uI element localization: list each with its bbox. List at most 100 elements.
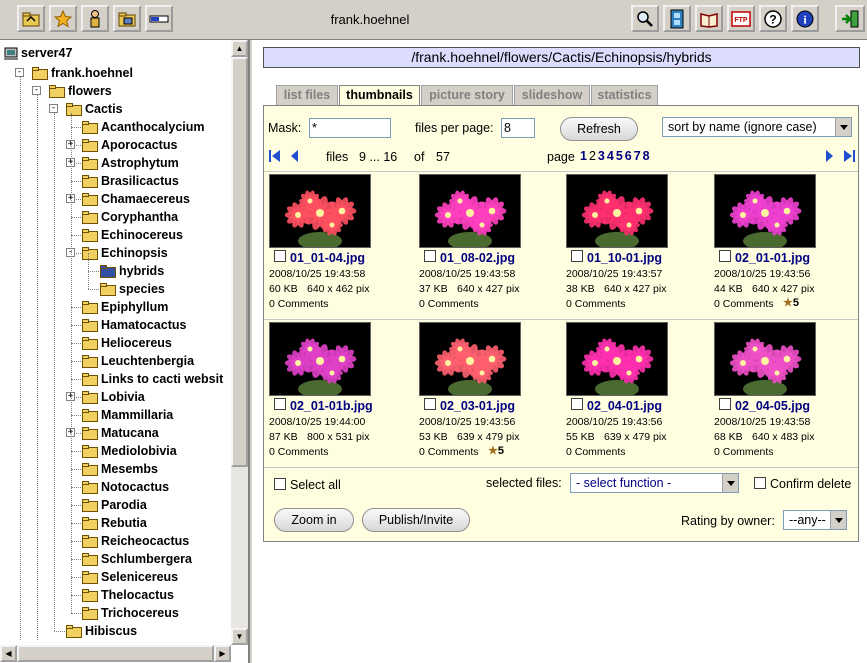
tree-item-trichocereus[interactable]: Trichocereus <box>82 604 179 622</box>
page-link-8[interactable]: 8 <box>643 149 650 163</box>
thumbnail-checkbox[interactable] <box>274 398 286 410</box>
thumbnail-image[interactable] <box>714 322 816 396</box>
thumbnail-comments[interactable]: 0 Comments <box>714 298 774 310</box>
thumbnail-comments[interactable]: 0 Comments <box>419 298 479 310</box>
tree-item-aporocactus[interactable]: Aporocactus <box>82 136 177 154</box>
tree-item-thelocactus[interactable]: Thelocactus <box>82 586 174 604</box>
tree-item-heliocereus[interactable]: Heliocereus <box>82 334 172 352</box>
thumbnail-checkbox[interactable] <box>424 250 436 262</box>
folder-image-button[interactable] <box>113 5 141 32</box>
tree-item-brasilicactus[interactable]: Brasilicactus <box>82 172 179 190</box>
page-link-3[interactable]: 3 <box>598 149 605 163</box>
zoom-in-button[interactable]: Zoom in <box>274 508 354 532</box>
thumbnail-comments[interactable]: 0 Comments <box>269 446 329 458</box>
tree-item-cactis[interactable]: Cactis <box>66 100 123 118</box>
tree-item-server[interactable]: server47 <box>4 44 72 62</box>
hscroll-thumb[interactable] <box>17 645 214 662</box>
tab-list-files[interactable]: list files <box>276 85 338 105</box>
thumbnail-image[interactable] <box>419 322 521 396</box>
thumbnail-comments[interactable]: 0 Comments <box>269 298 329 310</box>
scroll-left-button[interactable]: ◀ <box>0 645 17 662</box>
favorites-button[interactable] <box>49 5 77 32</box>
thumbnail-filename[interactable]: 02_03-01.jpg <box>440 399 515 413</box>
tree-item-parodia[interactable]: Parodia <box>82 496 147 514</box>
tree-item-hybrids[interactable]: hybrids <box>100 262 165 280</box>
thumbnail-filename[interactable]: 02_04-05.jpg <box>735 399 810 413</box>
tree-item-astrophytum[interactable]: Astrophytum <box>82 154 179 172</box>
thumbnail-comments[interactable]: 0 Comments <box>566 298 626 310</box>
tree-item-coryphantha[interactable]: Coryphantha <box>82 208 178 226</box>
last-page-icon[interactable] <box>842 149 856 163</box>
thumbnail-checkbox[interactable] <box>719 398 731 410</box>
collapse-icon[interactable]: - <box>32 86 41 95</box>
thumbnail-checkbox[interactable] <box>424 398 436 410</box>
thumbnail-filename[interactable]: 02_01-01.jpg <box>735 251 810 265</box>
confirm-delete-checkbox[interactable] <box>754 477 766 489</box>
slideshow-button[interactable] <box>663 5 691 32</box>
tree-item-chamaecereus[interactable]: Chamaecereus <box>82 190 190 208</box>
tree-item-echinopsis[interactable]: Echinopsis <box>82 244 168 262</box>
help-button[interactable]: ? <box>759 5 787 32</box>
thumbnail-image[interactable] <box>269 174 371 248</box>
thumbnail-image[interactable] <box>714 174 816 248</box>
info-button[interactable]: i <box>791 5 819 32</box>
publish-invite-button[interactable]: Publish/Invite <box>362 508 470 532</box>
scroll-down-button[interactable]: ▼ <box>231 628 248 645</box>
tree-item-leuchtenbergia[interactable]: Leuchtenbergia <box>82 352 194 370</box>
thumbnail-image[interactable] <box>566 174 668 248</box>
user-button[interactable] <box>81 5 109 32</box>
thumbnail-filename[interactable]: 01_10-01.jpg <box>587 251 662 265</box>
ftp-button[interactable]: FTP <box>727 5 755 32</box>
page-link-6[interactable]: 6 <box>625 149 632 163</box>
page-link-5[interactable]: 5 <box>616 149 623 163</box>
refresh-button[interactable]: Refresh <box>560 117 638 141</box>
progress-button[interactable] <box>145 5 173 32</box>
thumbnail-checkbox[interactable] <box>274 250 286 262</box>
tree-item-species[interactable]: species <box>100 280 165 298</box>
tree-item-hibiscus[interactable]: Hibiscus <box>66 622 137 640</box>
collapse-icon[interactable]: - <box>49 104 58 113</box>
tab-thumbnails[interactable]: thumbnails <box>339 85 420 106</box>
book-button[interactable] <box>695 5 723 32</box>
tree-item-mediolobivia[interactable]: Mediolobivia <box>82 442 177 460</box>
page-link-2[interactable]: 2 <box>589 149 596 163</box>
tree-item-acanthocalycium[interactable]: Acanthocalycium <box>82 118 205 136</box>
tree-item-links-to-cacti-websit[interactable]: Links to cacti websit <box>82 370 223 388</box>
tab-statistics[interactable]: statistics <box>591 85 658 105</box>
next-page-icon[interactable] <box>822 149 836 163</box>
thumbnail-image[interactable] <box>269 322 371 396</box>
tree-horizontal-scrollbar[interactable]: ◀ ▶ <box>0 645 231 662</box>
folder-up-button[interactable] <box>17 5 45 32</box>
thumbnail-checkbox[interactable] <box>719 250 731 262</box>
scroll-right-button[interactable]: ▶ <box>214 645 231 662</box>
previous-page-icon[interactable] <box>288 149 302 163</box>
thumbnail-filename[interactable]: 01_01-04.jpg <box>290 251 365 265</box>
sort-select[interactable]: sort by name (ignore case) <box>662 117 852 137</box>
tab-picture-story[interactable]: picture story <box>421 85 513 105</box>
search-button[interactable] <box>631 5 659 32</box>
tree-item-mesembs[interactable]: Mesembs <box>82 460 158 478</box>
tree-item-lobivia[interactable]: Lobivia <box>82 388 145 406</box>
mask-input[interactable]: * <box>309 118 391 138</box>
collapse-icon[interactable]: - <box>15 68 24 77</box>
tree-item-selenicereus[interactable]: Selenicereus <box>82 568 178 586</box>
tree-item-schlumbergera[interactable]: Schlumbergera <box>82 550 192 568</box>
thumbnail-image[interactable] <box>419 174 521 248</box>
thumbnail-checkbox[interactable] <box>571 250 583 262</box>
thumbnail-comments[interactable]: 0 Comments <box>714 446 774 458</box>
tree-item-reicheocactus[interactable]: Reicheocactus <box>82 532 189 550</box>
scroll-thumb[interactable] <box>231 57 248 467</box>
tree-item-echinocereus[interactable]: Echinocereus <box>82 226 183 244</box>
page-link-1[interactable]: 1 <box>580 149 587 163</box>
select-all-checkbox[interactable] <box>274 478 286 490</box>
tree-item-epiphyllum[interactable]: Epiphyllum <box>82 298 168 316</box>
select-function-dropdown[interactable]: - select function - <box>570 473 739 493</box>
thumbnail-filename[interactable]: 01_08-02.jpg <box>440 251 515 265</box>
thumbnail-filename[interactable]: 02_01-01b.jpg <box>290 399 373 413</box>
thumbnail-image[interactable] <box>566 322 668 396</box>
files-per-page-input[interactable]: 8 <box>501 118 535 138</box>
first-page-icon[interactable] <box>268 149 282 163</box>
tree-item-matucana[interactable]: Matucana <box>82 424 159 442</box>
tree-item-rebutia[interactable]: Rebutia <box>82 514 147 532</box>
tree-item-notocactus[interactable]: Notocactus <box>82 478 169 496</box>
